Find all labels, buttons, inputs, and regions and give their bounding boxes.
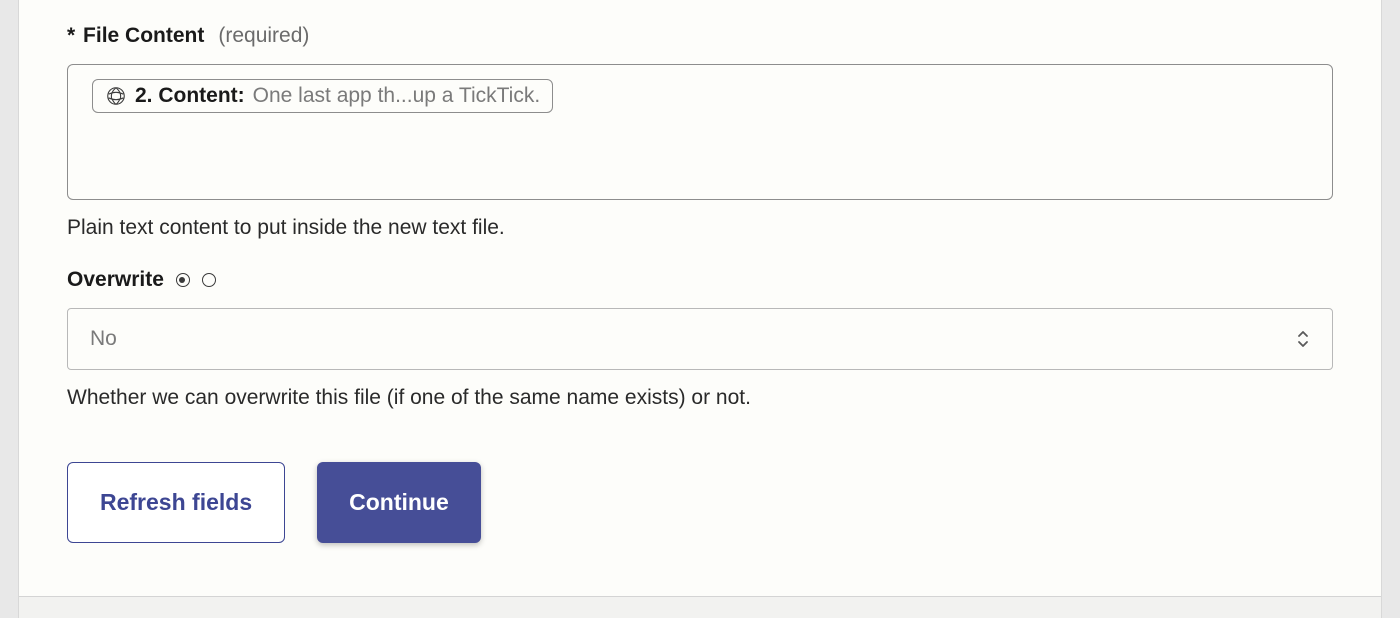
- outer-frame: * File Content (required): [0, 0, 1400, 618]
- file-content-field: * File Content (required): [67, 24, 1333, 240]
- refresh-fields-button[interactable]: Refresh fields: [67, 462, 285, 543]
- overwrite-help: Whether we can overwrite this file (if o…: [67, 386, 1333, 410]
- pill-label: 2. Content:: [135, 84, 245, 108]
- file-content-input[interactable]: 2. Content: One last app th...up a TickT…: [67, 64, 1333, 200]
- bottom-bar: [19, 596, 1381, 618]
- file-content-label: File Content: [83, 24, 204, 47]
- required-text: (required): [218, 24, 309, 48]
- overwrite-field: Overwrite No Whether we can overwrite th…: [67, 268, 1333, 410]
- openai-icon: [105, 85, 127, 107]
- chevron-up-down-icon: [1296, 329, 1310, 349]
- mapped-field-pill[interactable]: 2. Content: One last app th...up a TickT…: [92, 79, 553, 113]
- overwrite-select[interactable]: No: [67, 308, 1333, 370]
- required-asterisk: * File Content: [67, 24, 204, 48]
- continue-button[interactable]: Continue: [317, 462, 481, 543]
- radio-empty-icon[interactable]: [202, 273, 216, 287]
- overwrite-label: Overwrite: [67, 268, 164, 292]
- radio-filled-icon[interactable]: [176, 273, 190, 287]
- file-content-help: Plain text content to put inside the new…: [67, 216, 1333, 240]
- asterisk-char: *: [67, 24, 75, 47]
- pill-value: One last app th...up a TickTick.: [253, 84, 541, 108]
- overwrite-value: No: [90, 327, 117, 351]
- overwrite-label-row: Overwrite: [67, 268, 1333, 292]
- form-panel: * File Content (required): [18, 0, 1382, 618]
- button-row: Refresh fields Continue: [67, 462, 1333, 543]
- file-content-label-row: * File Content (required): [67, 24, 1333, 48]
